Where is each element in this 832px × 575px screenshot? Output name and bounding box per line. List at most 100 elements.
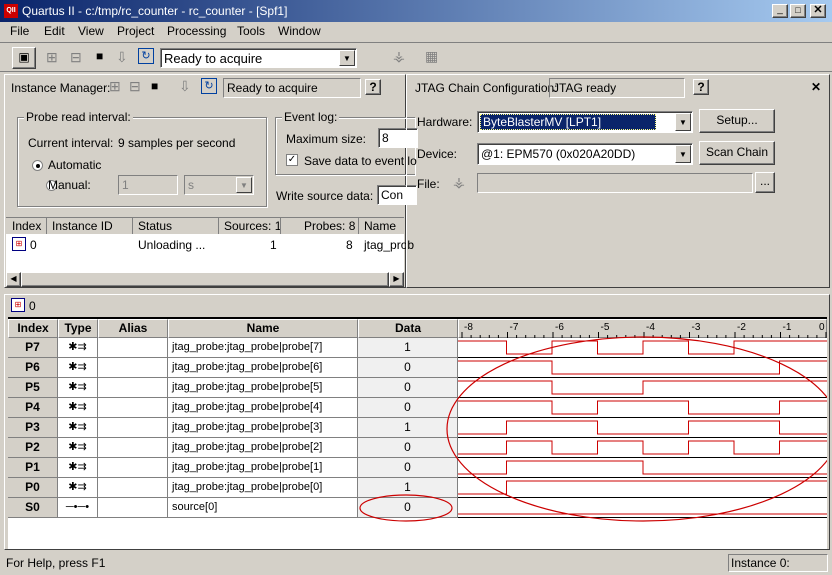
title-bar: QII Quartus II - c:/tmp/rc_counter - rc_… <box>0 0 832 22</box>
horizontal-scrollbar[interactable]: ◀ ▶ <box>6 272 404 287</box>
add-instance-icon[interactable]: ⊞ <box>46 49 58 66</box>
header-name[interactable]: Name <box>168 319 358 338</box>
chip-icon[interactable]: ▦ <box>425 48 438 65</box>
signaltap-icon[interactable]: ▣ <box>12 47 36 69</box>
chevron-down-icon[interactable]: ▼ <box>675 145 691 163</box>
jtag-label: JTAG Chain Configuration: <box>415 81 558 95</box>
row-name: jtag_probe:jtag_probe|probe[3] <box>168 418 358 438</box>
waveform-trace <box>458 400 827 418</box>
row-data: 1 <box>358 418 458 438</box>
waveform-line <box>458 340 827 355</box>
header-data[interactable]: Data <box>358 319 458 338</box>
file-input[interactable] <box>477 173 753 193</box>
menu-view[interactable]: View <box>78 24 104 38</box>
waveform-trace <box>458 380 827 398</box>
waveform-line <box>458 380 827 395</box>
menu-window[interactable]: Window <box>278 24 321 38</box>
menu-edit[interactable]: Edit <box>44 24 65 38</box>
menu-file[interactable]: File <box>10 24 29 38</box>
ruler-tick-label: -3 <box>692 322 701 333</box>
jtag-status: JTAG ready <box>549 78 685 98</box>
row-data: 0 <box>358 458 458 478</box>
continuous-read-icon[interactable]: ↻ <box>138 48 154 64</box>
row-alias <box>98 438 168 458</box>
row-index: P2 <box>8 438 58 458</box>
header-alias[interactable]: Alias <box>98 319 168 338</box>
instance-status: Ready to acquire <box>223 78 361 98</box>
maximize-button[interactable]: □ <box>790 4 806 18</box>
status-combo-value: Ready to acquire <box>164 51 263 66</box>
automatic-radio[interactable] <box>32 160 43 171</box>
menu-tools[interactable]: Tools <box>237 24 265 38</box>
waveform-trace <box>458 480 827 498</box>
probe-interval-legend: Probe read interval: <box>24 110 133 124</box>
menu-processing[interactable]: Processing <box>167 24 226 38</box>
stop-icon[interactable]: ■ <box>151 79 158 93</box>
manual-interval-input[interactable]: 1 <box>118 175 178 195</box>
help-icon[interactable]: ? <box>365 79 381 95</box>
setup-button[interactable]: Setup... <box>699 109 775 133</box>
read-data-icon[interactable]: ⇩ <box>116 49 128 66</box>
read-data-icon[interactable]: ⇩ <box>179 78 191 95</box>
scroll-right-icon[interactable]: ▶ <box>389 272 404 287</box>
row-index: 0 <box>30 238 37 252</box>
row-alias <box>98 478 168 498</box>
header-index[interactable]: Index <box>8 319 58 338</box>
chevron-down-icon[interactable]: ▼ <box>236 177 252 193</box>
row-data: 0 <box>358 398 458 418</box>
manual-unit-value: s <box>188 178 194 192</box>
scroll-left-icon[interactable]: ◀ <box>6 272 21 287</box>
ruler-tick-label: -8 <box>464 322 473 333</box>
probe-type-icon: ✱⇉ <box>58 338 98 358</box>
waveform-instance-tab[interactable]: 0 <box>29 299 36 313</box>
minimize-button[interactable]: _ <box>772 4 788 18</box>
programmer-icon: ⚶ <box>453 174 465 190</box>
header-type[interactable]: Type <box>58 319 98 338</box>
time-ruler-svg: -8 -7 -6 -5 -4 -3 -2 -1 0 <box>461 322 827 338</box>
menu-bar: File Edit View Project Processing Tools … <box>0 22 832 41</box>
manual-unit-select[interactable]: s ▼ <box>184 175 254 195</box>
chevron-down-icon[interactable]: ▼ <box>675 113 691 131</box>
remove-instance-icon[interactable]: ⊟ <box>129 78 141 95</box>
scan-chain-button[interactable]: Scan Chain <box>699 141 775 165</box>
scroll-thumb[interactable] <box>21 272 389 287</box>
col-instance-id[interactable]: Instance ID <box>52 219 113 233</box>
hardware-select[interactable]: ByteBlasterMV [LPT1] ▼ <box>477 111 693 133</box>
instance-chip-icon: ⊞ <box>12 237 26 251</box>
menu-project[interactable]: Project <box>117 24 154 38</box>
add-instance-icon[interactable]: ⊞ <box>109 78 121 95</box>
save-event-log-checkbox[interactable]: ✓ <box>286 154 298 166</box>
quartus-logo-icon: QII <box>4 4 18 18</box>
close-button[interactable]: ✕ <box>810 4 826 18</box>
row-name: jtag_probe:jtag_probe|probe[6] <box>168 358 358 378</box>
col-probes[interactable]: Probes: 8 <box>304 219 355 233</box>
current-interval-label: Current interval: <box>28 136 114 150</box>
remove-instance-icon[interactable]: ⊟ <box>70 49 82 66</box>
col-index[interactable]: Index <box>12 219 41 233</box>
row-data[interactable]: 0 <box>358 498 458 518</box>
jtag-status-text: JTAG ready <box>553 81 617 95</box>
row-sources: 1 <box>270 238 277 252</box>
col-sources[interactable]: Sources: 1 <box>224 219 281 233</box>
continuous-read-icon[interactable]: ↻ <box>201 78 217 94</box>
waveform-line <box>458 480 827 495</box>
status-combo[interactable]: Ready to acquire ▼ <box>160 48 357 68</box>
write-source-label: Write source data: <box>276 189 374 203</box>
close-icon[interactable]: ✕ <box>811 80 821 94</box>
waveform-line <box>458 360 827 375</box>
waveform-trace <box>458 360 827 378</box>
device-select[interactable]: @1: EPM570 (0x020A20DD) ▼ <box>477 143 693 165</box>
col-status[interactable]: Status <box>138 219 172 233</box>
chevron-down-icon[interactable]: ▼ <box>339 50 355 66</box>
col-name[interactable]: Name <box>364 219 396 233</box>
browse-button[interactable]: ... <box>755 172 775 193</box>
waveform-trace <box>458 513 827 518</box>
manual-label: Manual: <box>48 178 91 192</box>
stop-icon[interactable]: ■ <box>96 49 103 63</box>
row-alias <box>98 338 168 358</box>
help-icon[interactable]: ? <box>693 79 709 95</box>
programmer-icon[interactable]: ⚶ <box>393 48 405 65</box>
ruler-tick-label: -5 <box>601 322 610 333</box>
hardware-label: Hardware: <box>417 115 473 129</box>
table-row[interactable]: ⊞ 0 Unloading ... 1 8 jtag_prob <box>6 236 414 254</box>
